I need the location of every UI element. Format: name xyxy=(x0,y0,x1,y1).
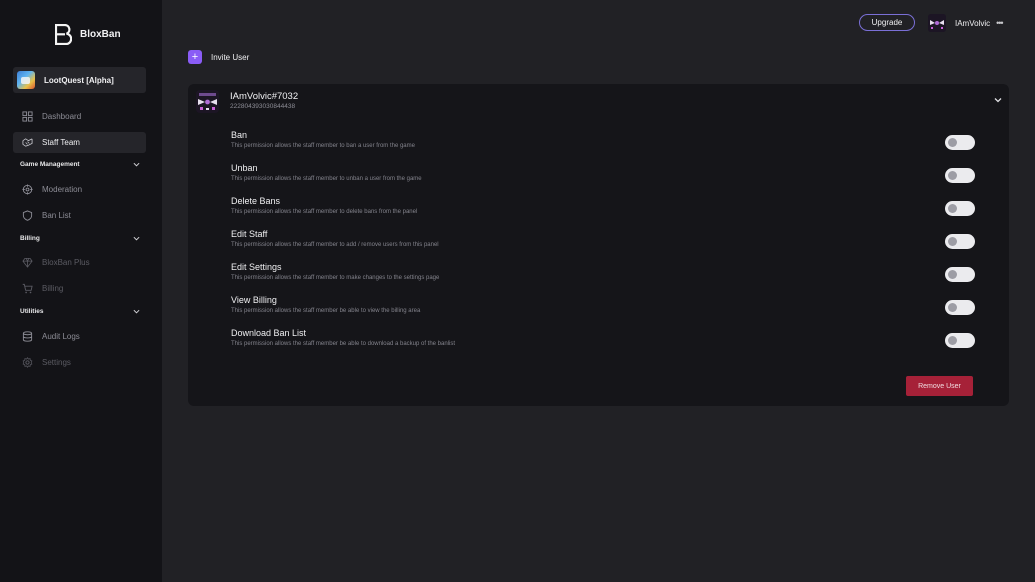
handshake-icon xyxy=(22,138,33,147)
ellipsis-icon[interactable]: ••• xyxy=(996,18,1004,28)
sidebar-item-audit-logs[interactable]: Audit Logs xyxy=(13,326,146,347)
permission-toggle[interactable] xyxy=(945,168,975,183)
cart-icon xyxy=(22,283,33,294)
permission-toggle[interactable] xyxy=(945,201,975,216)
game-name: LootQuest [Alpha] xyxy=(44,75,114,85)
permission-edit-staff: Edit Staff This permission allows the st… xyxy=(231,229,991,249)
permission-ban: Ban This permission allows the staff mem… xyxy=(231,130,991,150)
permission-delete-bans: Delete Bans This permission allows the s… xyxy=(231,196,991,216)
permission-description: This permission allows the staff member … xyxy=(231,242,439,248)
bloxban-logo-icon xyxy=(55,24,72,45)
sidebar-item-label: Billing xyxy=(42,284,64,293)
database-icon xyxy=(22,331,33,342)
permission-title: Edit Settings xyxy=(231,262,282,272)
permission-title: Edit Staff xyxy=(231,229,268,239)
sidebar-item-dashboard[interactable]: Dashboard xyxy=(13,106,146,127)
permission-description: This permission allows the staff member … xyxy=(231,308,421,314)
permission-toggle[interactable] xyxy=(945,234,975,249)
plus-icon: + xyxy=(188,50,202,64)
crosshair-icon xyxy=(22,184,33,195)
sidebar-item-label: Audit Logs xyxy=(42,332,80,341)
avatar xyxy=(928,14,946,32)
chevron-down-icon[interactable] xyxy=(993,95,1003,105)
permission-toggle[interactable] xyxy=(945,267,975,282)
sidebar-item-label: Settings xyxy=(42,358,71,367)
user-menu[interactable]: IAmVolvic ••• xyxy=(928,14,1004,32)
permission-download-ban-list: Download Ban List This permission allows… xyxy=(231,328,991,348)
permission-title: Unban xyxy=(231,163,258,173)
permission-view-billing: View Billing This permission allows the … xyxy=(231,295,991,315)
member-id: 222804393030844438 xyxy=(230,103,296,110)
sidebar-item-label: Moderation xyxy=(42,185,83,194)
chevron-down-icon xyxy=(133,162,140,167)
sidebar-item-billing[interactable]: Billing xyxy=(13,278,146,299)
sidebar-item-moderation[interactable]: Moderation xyxy=(13,179,146,200)
avatar-image xyxy=(196,90,219,113)
permission-edit-settings: Edit Settings This permission allows the… xyxy=(231,262,991,282)
invite-user-label: Invite User xyxy=(211,52,250,62)
permission-title: View Billing xyxy=(231,295,277,305)
sidebar-item-settings[interactable]: Settings xyxy=(13,352,146,373)
section-game-management[interactable]: Game Management xyxy=(20,161,140,168)
invite-user-button[interactable]: + Invite User xyxy=(188,50,249,64)
gear-icon xyxy=(22,357,33,368)
permission-description: This permission allows the staff member … xyxy=(231,275,440,281)
avatar-image xyxy=(928,14,946,32)
member-avatar xyxy=(196,90,219,113)
brand-name: BloxBan xyxy=(80,29,121,40)
shield-icon xyxy=(22,210,33,221)
remove-user-button[interactable]: Remove User xyxy=(906,376,973,396)
chevron-down-icon xyxy=(133,309,140,314)
grid-icon xyxy=(22,111,33,122)
sidebar: BloxBan LootQuest [Alpha] Dashboard Staf… xyxy=(0,0,162,582)
permission-title: Ban xyxy=(231,130,248,140)
section-billing[interactable]: Billing xyxy=(20,235,140,242)
permission-toggle[interactable] xyxy=(945,333,975,348)
staff-member-card: IAmVolvic#7032 222804393030844438 Ban Th… xyxy=(188,84,1009,406)
upgrade-button[interactable]: Upgrade xyxy=(859,14,915,31)
chevron-down-icon xyxy=(133,236,140,241)
section-label: Utilities xyxy=(20,308,44,315)
sidebar-item-ban-list[interactable]: Ban List xyxy=(13,205,146,226)
sidebar-item-label: Staff Team xyxy=(42,138,80,147)
permission-toggle[interactable] xyxy=(945,300,975,315)
permission-description: This permission allows the staff member … xyxy=(231,209,418,215)
permission-description: This permission allows the staff member … xyxy=(231,341,456,347)
game-selector[interactable]: LootQuest [Alpha] xyxy=(13,67,146,93)
permission-description: This permission allows the staff member … xyxy=(231,176,422,182)
sidebar-item-label: BloxBan Plus xyxy=(42,258,90,267)
permission-unban: Unban This permission allows the staff m… xyxy=(231,163,991,183)
permission-title: Download Ban List xyxy=(231,328,307,338)
diamond-icon xyxy=(22,257,33,268)
section-utilities[interactable]: Utilities xyxy=(20,308,140,315)
section-label: Game Management xyxy=(20,161,80,168)
game-thumbnail xyxy=(17,71,35,89)
sidebar-item-label: Ban List xyxy=(42,211,71,220)
section-label: Billing xyxy=(20,235,40,242)
sidebar-item-bloxban-plus[interactable]: BloxBan Plus xyxy=(13,252,146,273)
member-name: IAmVolvic#7032 xyxy=(230,91,299,102)
brand[interactable]: BloxBan xyxy=(55,24,121,45)
permission-toggle[interactable] xyxy=(945,135,975,150)
sidebar-item-label: Dashboard xyxy=(42,112,82,121)
permission-description: This permission allows the staff member … xyxy=(231,143,415,149)
username: IAmVolvic xyxy=(955,18,991,28)
permission-title: Delete Bans xyxy=(231,196,281,206)
sidebar-item-staff-team[interactable]: Staff Team xyxy=(13,132,146,153)
